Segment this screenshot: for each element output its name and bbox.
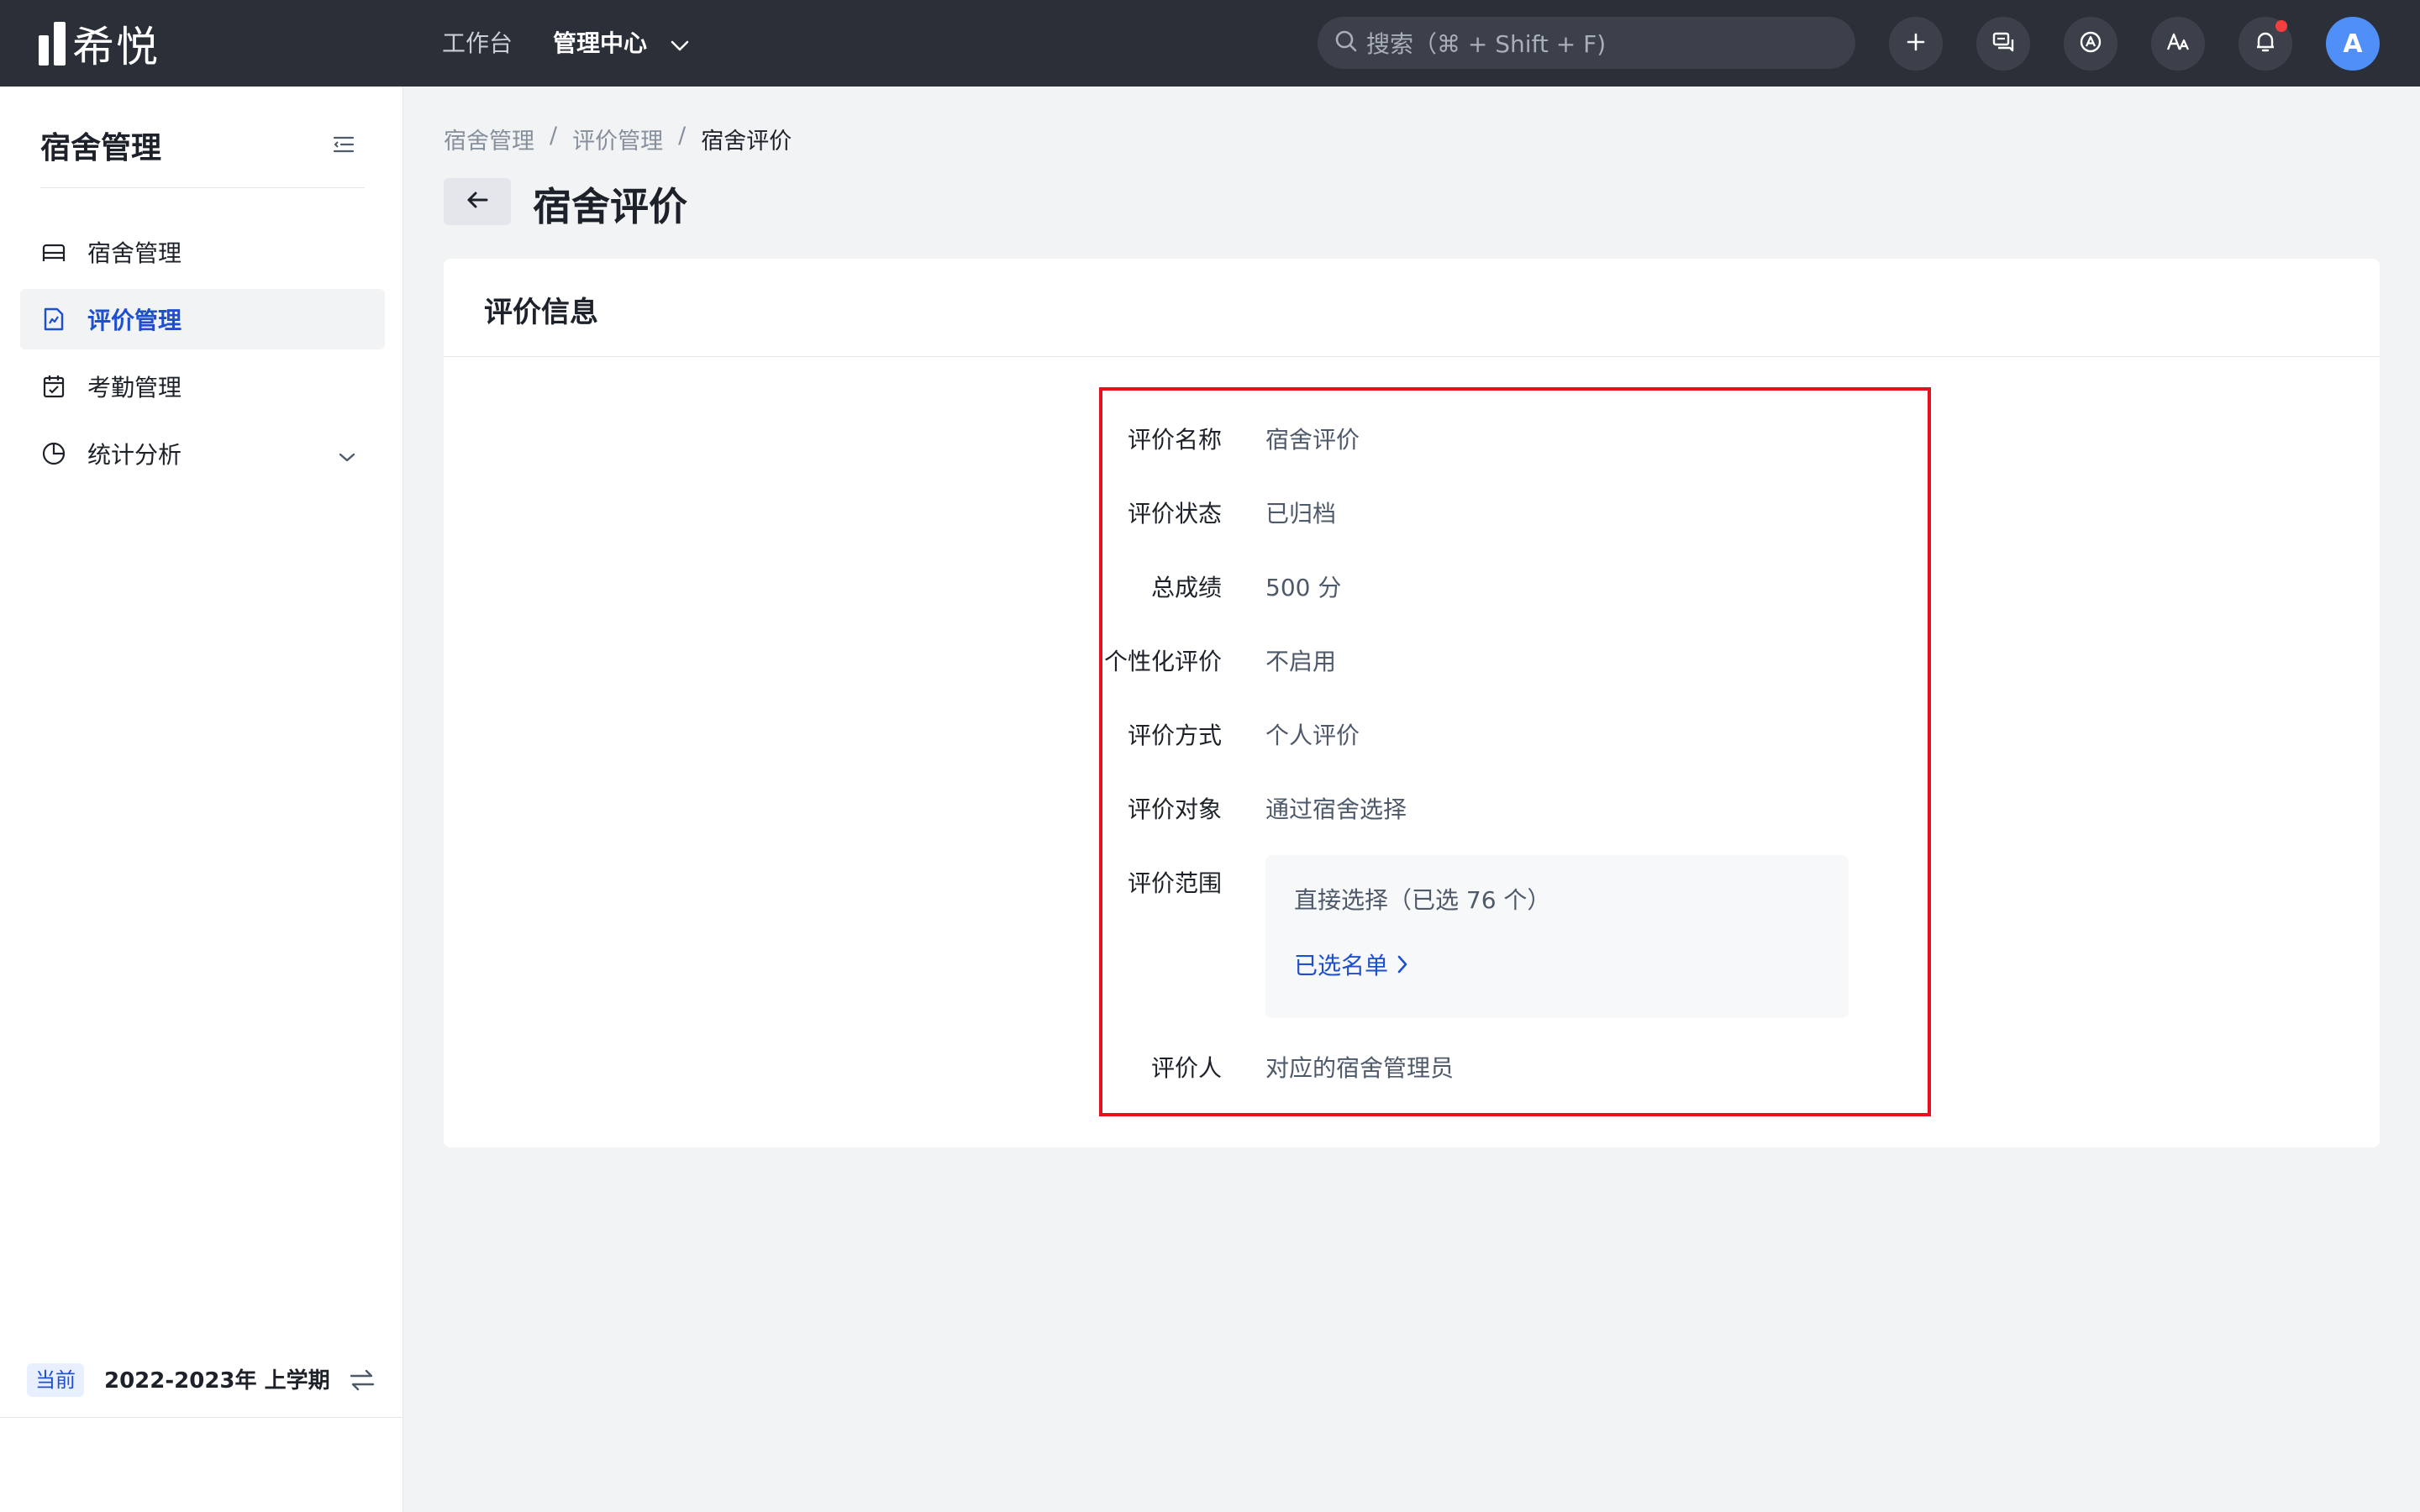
- breadcrumb-evaluation-management[interactable]: 评价管理: [572, 123, 663, 155]
- back-button[interactable]: [444, 178, 511, 225]
- sidebar-item-statistics[interactable]: 统计分析: [20, 423, 385, 484]
- sidebar-item-label: 宿舍管理: [87, 239, 182, 267]
- user-avatar[interactable]: A: [2326, 17, 2380, 71]
- field-value: 通过宿舍选择: [1265, 795, 1407, 823]
- language-button[interactable]: [2151, 17, 2205, 71]
- sidebar-item-label: 考勤管理: [87, 374, 182, 402]
- field-evaluation-method: 评价方式 个人评价: [1102, 716, 1926, 753]
- top-navigation-bar: 希悦 工作台 管理中心 搜索（⌘ + Shift + F) A: [0, 0, 2420, 87]
- field-label: 个性化评价: [1103, 648, 1222, 675]
- field-value: 已归档: [1265, 500, 1337, 528]
- selected-list-link-label: 已选名单: [1294, 952, 1389, 979]
- breadcrumb-current: 宿舍评价: [701, 129, 792, 155]
- field-value: 500 分: [1265, 574, 1342, 601]
- collapse-sidebar-button[interactable]: [331, 132, 356, 157]
- field-label: 评价方式: [1127, 722, 1222, 749]
- bell-icon: [2254, 30, 2276, 57]
- nav-admin-center-label: 管理中心: [553, 29, 648, 57]
- chevron-down-icon: [338, 442, 356, 470]
- field-label: 评价范围: [1127, 869, 1222, 897]
- app-store-button[interactable]: [2064, 17, 2118, 71]
- field-personalized-evaluation: 个性化评价 不启用: [1102, 642, 1926, 679]
- breadcrumb-dorm-management[interactable]: 宿舍管理: [444, 123, 534, 155]
- chevron-down-icon: [671, 28, 689, 61]
- translate-icon: [2165, 30, 2191, 57]
- field-value: 宿舍评价: [1265, 426, 1360, 454]
- calendar-check-icon: [40, 373, 67, 400]
- nav-admin-center[interactable]: 管理中心: [553, 27, 689, 60]
- field-evaluator: 评价人 对应的宿舍管理员: [1102, 1048, 1926, 1085]
- card-title: 评价信息: [484, 296, 598, 329]
- notification-dot: [2275, 20, 2287, 32]
- bed-icon: [40, 239, 67, 265]
- nav-workbench[interactable]: 工作台: [442, 27, 513, 60]
- field-label: 评价名称: [1127, 426, 1222, 454]
- messages-button[interactable]: [1976, 17, 2030, 71]
- field-total-score: 总成绩 500 分: [1102, 568, 1926, 605]
- breadcrumb-separator: /: [678, 123, 687, 149]
- notifications-button[interactable]: [2238, 17, 2292, 71]
- arrow-left-icon: [466, 190, 489, 213]
- sidebar-item-label: 评价管理: [87, 307, 182, 334]
- swap-arrows-icon: [350, 1369, 375, 1391]
- breadcrumb-separator: /: [550, 123, 558, 149]
- app-store-icon: [2079, 30, 2102, 57]
- field-value: 个人评价: [1265, 722, 1360, 749]
- field-value: 对应的宿舍管理员: [1265, 1054, 1455, 1082]
- evaluation-doc-icon: [40, 306, 67, 333]
- field-evaluation-status: 评价状态 已归档: [1102, 494, 1926, 531]
- sidebar-item-evaluation-management[interactable]: 评价管理: [20, 289, 385, 349]
- pie-chart-icon: [40, 440, 67, 467]
- sidebar: 宿舍管理 宿舍管理 评价管理 考勤管理 统计分析: [0, 87, 403, 1512]
- logo-mark-icon: [39, 22, 66, 66]
- global-search-input[interactable]: 搜索（⌘ + Shift + F): [1318, 17, 1855, 69]
- plus-icon: [1906, 32, 1926, 55]
- field-label: 评价状态: [1127, 500, 1222, 528]
- search-icon: [1334, 29, 1358, 56]
- evaluation-scope-box: 直接选择（已选 76 个） 已选名单: [1265, 855, 1849, 1018]
- message-icon: [1991, 30, 2015, 57]
- current-term-label: 2022-2023年 上学期: [104, 1368, 330, 1394]
- field-label: 评价人: [1150, 1054, 1222, 1082]
- app-logo[interactable]: 希悦: [39, 20, 160, 71]
- field-value: 不启用: [1265, 648, 1337, 675]
- card-divider: [444, 356, 2380, 357]
- sidebar-item-label: 统计分析: [87, 441, 182, 469]
- menu-fold-icon: [331, 136, 356, 160]
- field-evaluation-name: 评价名称 宿舍评价: [1102, 420, 1926, 457]
- current-term-badge: 当前: [27, 1363, 84, 1397]
- switch-term-button[interactable]: [348, 1368, 376, 1393]
- sidebar-title: 宿舍管理: [40, 131, 162, 165]
- search-placeholder: 搜索（⌘ + Shift + F): [1366, 30, 1607, 58]
- field-label: 总成绩: [1150, 574, 1222, 601]
- chevron-right-icon: [1397, 955, 1407, 974]
- logo-text: 希悦: [72, 23, 160, 71]
- selected-list-link[interactable]: 已选名单: [1294, 948, 1408, 981]
- breadcrumb: 宿舍管理 / 评价管理 / 宿舍评价: [444, 123, 792, 155]
- sidebar-footer-divider: [0, 1417, 403, 1418]
- scope-summary: 直接选择（已选 76 个）: [1294, 886, 1551, 914]
- field-label: 评价对象: [1127, 795, 1222, 823]
- add-button[interactable]: [1889, 17, 1943, 71]
- field-evaluation-target: 评价对象 通过宿舍选择: [1102, 790, 1926, 827]
- page-title: 宿舍评价: [533, 184, 687, 229]
- sidebar-item-attendance-management[interactable]: 考勤管理: [20, 356, 385, 417]
- sidebar-item-dorm-management[interactable]: 宿舍管理: [20, 222, 385, 282]
- sidebar-divider: [40, 187, 365, 188]
